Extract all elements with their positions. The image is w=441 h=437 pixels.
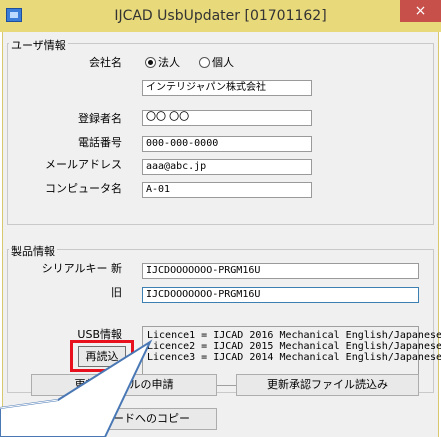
updater-window: IJCAD UsbUpdater [01701162] × ユーザ情報 会社名 … (0, 0, 441, 437)
callout-pointer (0, 339, 153, 437)
